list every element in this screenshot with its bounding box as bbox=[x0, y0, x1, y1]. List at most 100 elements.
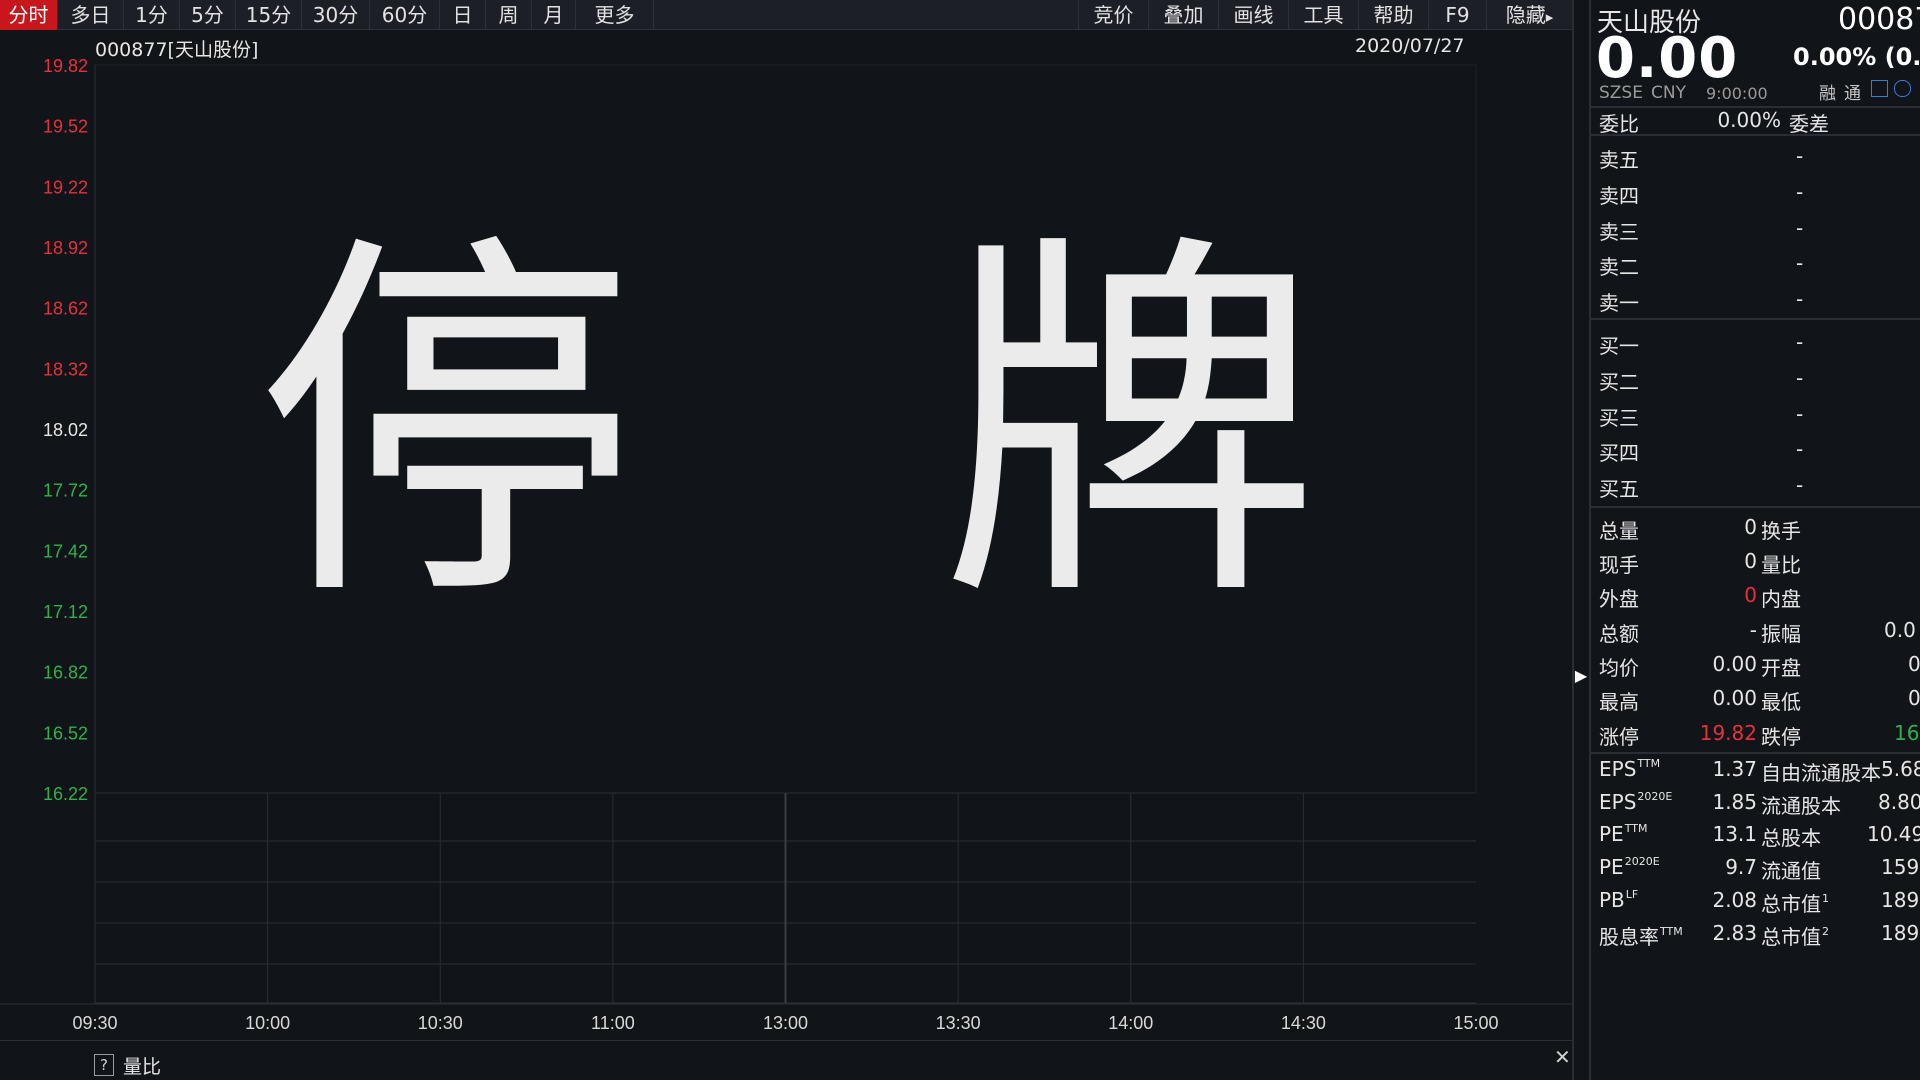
y-tick-label: 17.12 bbox=[43, 602, 88, 622]
open-value: 0 bbox=[1908, 652, 1920, 676]
eps-forecast-value: 1.85 bbox=[1712, 790, 1757, 814]
weicha-label: 委差 bbox=[1789, 112, 1829, 136]
pb-label: PBLF bbox=[1599, 888, 1639, 912]
y-tick-label: 19.22 bbox=[43, 177, 88, 197]
edit-icon[interactable] bbox=[1871, 80, 1888, 97]
ask-1-label: 卖一 bbox=[1599, 291, 1639, 315]
amount-label: 总额 bbox=[1599, 622, 1639, 646]
ask-4-value: - bbox=[1796, 180, 1804, 204]
tab-more[interactable]: 更多 bbox=[576, 0, 654, 30]
y-tick-label: 18.32 bbox=[43, 359, 88, 379]
current-hand-value: 0 bbox=[1744, 549, 1757, 573]
ask-3-label: 卖三 bbox=[1599, 220, 1639, 244]
tab-30min[interactable]: 30分 bbox=[302, 0, 370, 30]
bid-2-value: - bbox=[1796, 366, 1804, 390]
market-cap-2-value: 189 bbox=[1881, 921, 1920, 945]
tab-week[interactable]: 周 bbox=[486, 0, 532, 30]
bid-4-label: 买四 bbox=[1599, 441, 1639, 465]
quote-time: 9:00:00 bbox=[1706, 84, 1768, 103]
divider bbox=[1591, 506, 1920, 508]
intraday-chart[interactable]: 19.82 19.52 19.22 18.92 18.62 18.32 18.02 17.72… bbox=[0, 31, 1572, 1041]
x-tick-label: 13:30 bbox=[936, 1013, 981, 1033]
total-shares-label: 总股本 bbox=[1761, 826, 1821, 850]
tab-day[interactable]: 日 bbox=[440, 0, 486, 30]
tab-multi-day[interactable]: 多日 bbox=[58, 0, 124, 30]
y-tick-label: 16.52 bbox=[43, 723, 88, 743]
tab-intraday[interactable]: 分时 bbox=[0, 0, 58, 30]
tools-button[interactable]: 工具 bbox=[1288, 0, 1358, 30]
ask-3-value: - bbox=[1796, 216, 1804, 240]
margin-flag[interactable]: 融 bbox=[1819, 79, 1836, 104]
ask-2-value: - bbox=[1796, 251, 1804, 275]
help-button[interactable]: 帮助 bbox=[1358, 0, 1428, 30]
alert-icon[interactable] bbox=[1894, 80, 1911, 97]
ask-5-label: 卖五 bbox=[1599, 148, 1639, 172]
y-tick-label: 17.42 bbox=[43, 541, 88, 561]
overlay-button[interactable]: 叠加 bbox=[1148, 0, 1218, 30]
close-icon[interactable]: ✕ bbox=[1554, 1045, 1571, 1069]
inner-volume-label: 内盘 bbox=[1761, 587, 1801, 611]
panel-divider bbox=[1572, 0, 1574, 1080]
free-float-shares-label: 自由流通股本 bbox=[1761, 761, 1881, 785]
chart-canvas: 19.82 19.52 19.22 18.92 18.62 18.32 18.02 17.72… bbox=[0, 56, 1572, 1033]
y-tick-label: 17.72 bbox=[43, 481, 88, 501]
bid-3-value: - bbox=[1796, 402, 1804, 426]
halt-text-2: 牌 bbox=[940, 204, 1320, 647]
high-value: 0.00 bbox=[1712, 686, 1757, 710]
help-icon[interactable]: ? bbox=[94, 1054, 114, 1076]
avg-price-value: 0.00 bbox=[1712, 652, 1757, 676]
y-tick-label: 16.82 bbox=[43, 663, 88, 683]
turnover-label: 换手 bbox=[1761, 519, 1801, 543]
dividend-yield-value: 2.83 bbox=[1712, 921, 1757, 945]
open-label: 开盘 bbox=[1761, 656, 1801, 680]
x-tick-label: 10:30 bbox=[418, 1013, 463, 1033]
low-value: 0 bbox=[1908, 686, 1920, 710]
total-volume-value: 0 bbox=[1744, 515, 1757, 539]
tab-60min[interactable]: 60分 bbox=[370, 0, 440, 30]
triangle-right-icon: ▸ bbox=[1545, 8, 1554, 26]
current-hand-label: 现手 bbox=[1599, 553, 1639, 577]
hide-label: 隐藏 bbox=[1505, 3, 1546, 27]
stock-code: 000877 bbox=[1838, 2, 1920, 37]
y-tick-label: 18.02 bbox=[43, 420, 88, 440]
volume-ratio-label: 量比 bbox=[123, 1056, 162, 1078]
outer-volume-label: 外盘 bbox=[1599, 587, 1639, 611]
draw-line-button[interactable]: 画线 bbox=[1218, 0, 1288, 30]
halt-text-1: 停 bbox=[256, 204, 636, 647]
amplitude-label: 振幅 bbox=[1761, 622, 1801, 646]
pe-forecast-value: 9.7 bbox=[1725, 855, 1757, 879]
bid-1-label: 买一 bbox=[1599, 334, 1639, 358]
amount-value: - bbox=[1749, 618, 1757, 642]
tab-5min[interactable]: 5分 bbox=[180, 0, 236, 30]
x-tick-label: 15:00 bbox=[1453, 1013, 1498, 1033]
x-tick-label: 14:00 bbox=[1108, 1013, 1153, 1033]
x-tick-label: 10:00 bbox=[245, 1013, 290, 1033]
low-label: 最低 bbox=[1761, 690, 1801, 714]
pe-ttm-value: 13.1 bbox=[1712, 822, 1757, 846]
y-tick-label: 18.62 bbox=[43, 299, 88, 319]
f9-button[interactable]: F9 bbox=[1428, 0, 1486, 30]
last-price: 0.00 bbox=[1596, 26, 1739, 91]
tab-1min[interactable]: 1分 bbox=[124, 0, 180, 30]
currency-label: CNY bbox=[1651, 83, 1686, 103]
bid-3-label: 买三 bbox=[1599, 406, 1639, 430]
tab-month[interactable]: 月 bbox=[532, 0, 576, 30]
float-shares-value: 8.80 bbox=[1878, 790, 1920, 814]
auction-button[interactable]: 竞价 bbox=[1078, 0, 1148, 30]
divider bbox=[1591, 318, 1920, 320]
tab-15min[interactable]: 15分 bbox=[236, 0, 302, 30]
bid-2-label: 买二 bbox=[1599, 370, 1639, 394]
hide-button[interactable]: 隐藏▸ bbox=[1486, 0, 1572, 30]
collapse-panel-icon[interactable]: ▶ bbox=[1574, 664, 1588, 688]
total-volume-label: 总量 bbox=[1599, 519, 1639, 543]
exchange-label: SZSE bbox=[1599, 83, 1643, 103]
dividend-yield-label: 股息率TTM bbox=[1599, 925, 1683, 949]
total-shares-value: 10.49 bbox=[1867, 822, 1920, 846]
connect-flag[interactable]: 通 bbox=[1844, 79, 1861, 104]
y-tick-label: 19.52 bbox=[43, 117, 88, 137]
x-tick-label: 14:30 bbox=[1281, 1013, 1326, 1033]
float-shares-label: 流通股本 bbox=[1761, 794, 1841, 818]
eps-ttm-label: EPSTTM bbox=[1599, 757, 1661, 781]
ask-5-value: - bbox=[1796, 144, 1804, 168]
outer-volume-value: 0 bbox=[1744, 583, 1757, 607]
